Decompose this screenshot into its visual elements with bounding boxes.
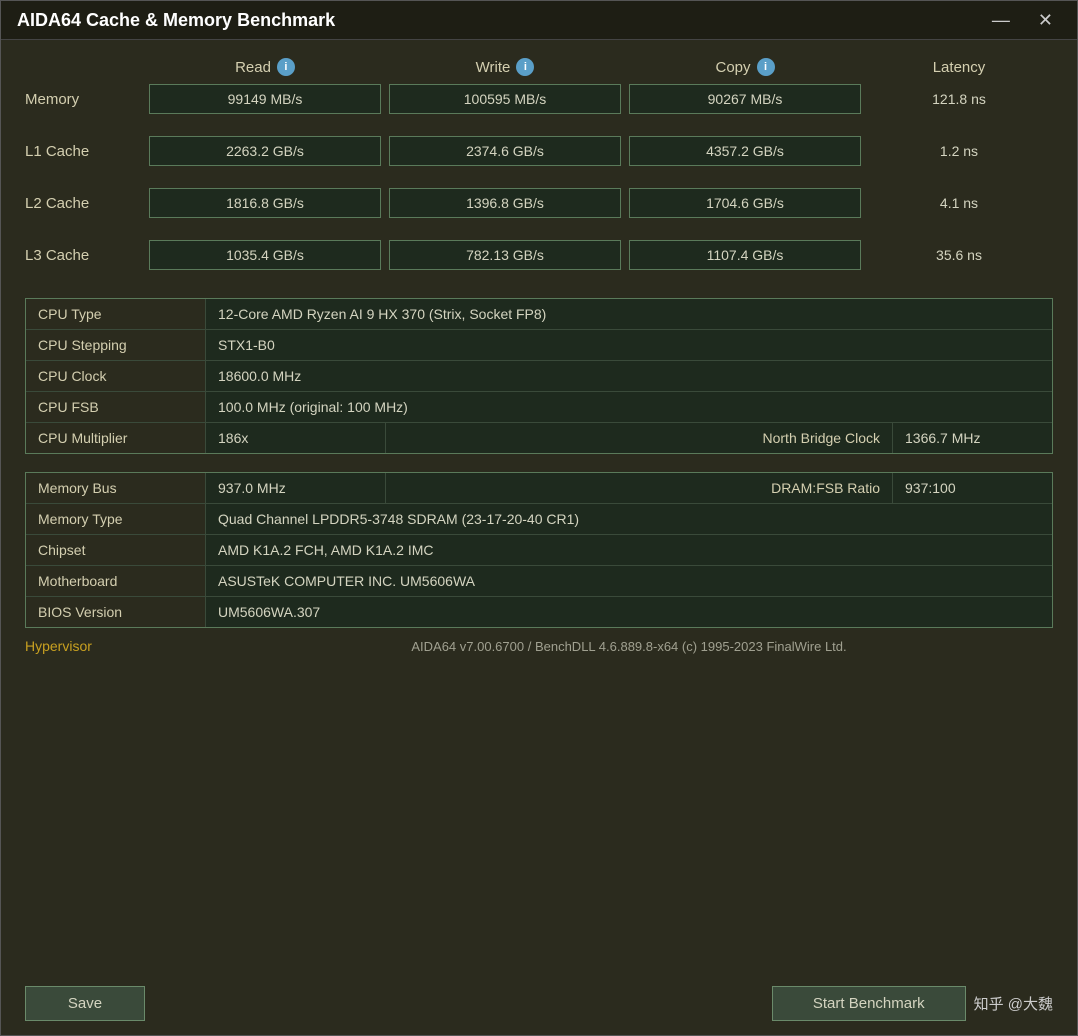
hypervisor-label: Hypervisor — [25, 638, 205, 654]
memory-latency: 121.8 ns — [869, 85, 1049, 113]
l1-write: 2374.6 GB/s — [389, 136, 621, 166]
window-title: AIDA64 Cache & Memory Benchmark — [17, 10, 335, 31]
header-latency: Latency — [869, 59, 1049, 76]
l1-copy: 4357.2 GB/s — [629, 136, 861, 166]
memory-write: 100595 MB/s — [389, 84, 621, 114]
memory-bus-row: Memory Bus 937.0 MHz DRAM:FSB Ratio 937:… — [26, 473, 1052, 504]
dram-fsb-label: DRAM:FSB Ratio — [386, 473, 892, 503]
header-read: Read i — [149, 58, 381, 76]
memory-read: 99149 MB/s — [149, 84, 381, 114]
l2-write: 1396.8 GB/s — [389, 188, 621, 218]
l3-write: 782.13 GB/s — [389, 240, 621, 270]
write-info-icon[interactable]: i — [516, 58, 534, 76]
cpu-clock-label: CPU Clock — [26, 361, 206, 391]
footer: Save Start Benchmark 知乎 @大魏 — [1, 976, 1077, 1035]
cpu-multiplier-row: CPU Multiplier 186x North Bridge Clock 1… — [26, 423, 1052, 453]
cpu-info-section: CPU Type 12-Core AMD Ryzen AI 9 HX 370 (… — [25, 298, 1053, 454]
bios-row: BIOS Version UM5606WA.307 — [26, 597, 1052, 627]
cpu-fsb-row: CPU FSB 100.0 MHz (original: 100 MHz) — [26, 392, 1052, 423]
copy-info-icon[interactable]: i — [757, 58, 775, 76]
title-bar: AIDA64 Cache & Memory Benchmark — ✕ — [1, 1, 1077, 40]
l1-cache-row: L1 Cache 2263.2 GB/s 2374.6 GB/s 4357.2 … — [25, 136, 1053, 166]
chipset-row: Chipset AMD K1A.2 FCH, AMD K1A.2 IMC — [26, 535, 1052, 566]
l2-copy: 1704.6 GB/s — [629, 188, 861, 218]
memory-copy: 90267 MB/s — [629, 84, 861, 114]
chipset-label: Chipset — [26, 535, 206, 565]
motherboard-value: ASUSTeK COMPUTER INC. UM5606WA — [206, 566, 1052, 596]
header-copy: Copy i — [629, 58, 861, 76]
memory-type-label: Memory Type — [26, 504, 206, 534]
save-button[interactable]: Save — [25, 986, 145, 1021]
cpu-type-row: CPU Type 12-Core AMD Ryzen AI 9 HX 370 (… — [26, 299, 1052, 330]
l1-latency: 1.2 ns — [869, 137, 1049, 165]
main-window: AIDA64 Cache & Memory Benchmark — ✕ Read… — [0, 0, 1078, 1036]
minimize-button[interactable]: — — [984, 9, 1018, 31]
memory-bus-label: Memory Bus — [26, 473, 206, 503]
motherboard-label: Motherboard — [26, 566, 206, 596]
cpu-multiplier-label: CPU Multiplier — [26, 423, 206, 453]
l2-label: L2 Cache — [25, 195, 145, 212]
memory-bus-value: 937.0 MHz — [206, 473, 386, 503]
bench-header: Read i Write i Copy i Latency — [25, 58, 1053, 76]
start-benchmark-button[interactable]: Start Benchmark — [772, 986, 966, 1021]
cpu-clock-value: 18600.0 MHz — [206, 361, 1052, 391]
cpu-fsb-value: 100.0 MHz (original: 100 MHz) — [206, 392, 1052, 422]
memory-info-section: Memory Bus 937.0 MHz DRAM:FSB Ratio 937:… — [25, 472, 1053, 628]
cpu-multiplier-value: 186x — [206, 423, 386, 453]
l3-label: L3 Cache — [25, 247, 145, 264]
l2-latency: 4.1 ns — [869, 189, 1049, 217]
hypervisor-value: AIDA64 v7.00.6700 / BenchDLL 4.6.889.8-x… — [205, 639, 1053, 654]
l1-read: 2263.2 GB/s — [149, 136, 381, 166]
l1-label: L1 Cache — [25, 143, 145, 160]
dram-fsb-value: 937:100 — [892, 473, 1052, 503]
l3-copy: 1107.4 GB/s — [629, 240, 861, 270]
motherboard-row: Motherboard ASUSTeK COMPUTER INC. UM5606… — [26, 566, 1052, 597]
header-write: Write i — [389, 58, 621, 76]
memory-label: Memory — [25, 91, 145, 108]
l2-read: 1816.8 GB/s — [149, 188, 381, 218]
cpu-type-label: CPU Type — [26, 299, 206, 329]
window-controls: — ✕ — [984, 9, 1061, 31]
watermark: 知乎 @大魏 — [974, 993, 1053, 1014]
main-content: Read i Write i Copy i Latency Memory 991… — [1, 40, 1077, 976]
cpu-stepping-value: STX1-B0 — [206, 330, 1052, 360]
l3-cache-row: L3 Cache 1035.4 GB/s 782.13 GB/s 1107.4 … — [25, 240, 1053, 270]
l3-read: 1035.4 GB/s — [149, 240, 381, 270]
north-bridge-value: 1366.7 MHz — [892, 423, 1052, 453]
cpu-stepping-row: CPU Stepping STX1-B0 — [26, 330, 1052, 361]
close-button[interactable]: ✕ — [1030, 9, 1061, 31]
bios-label: BIOS Version — [26, 597, 206, 627]
cpu-clock-row: CPU Clock 18600.0 MHz — [26, 361, 1052, 392]
memory-type-row: Memory Type Quad Channel LPDDR5-3748 SDR… — [26, 504, 1052, 535]
benchmark-rows: Memory 99149 MB/s 100595 MB/s 90267 MB/s… — [25, 84, 1053, 270]
read-info-icon[interactable]: i — [277, 58, 295, 76]
memory-row: Memory 99149 MB/s 100595 MB/s 90267 MB/s… — [25, 84, 1053, 114]
memory-type-value: Quad Channel LPDDR5-3748 SDRAM (23-17-20… — [206, 504, 1052, 534]
hypervisor-row: Hypervisor AIDA64 v7.00.6700 / BenchDLL … — [25, 628, 1053, 658]
cpu-stepping-label: CPU Stepping — [26, 330, 206, 360]
north-bridge-label: North Bridge Clock — [386, 423, 892, 453]
bios-value: UM5606WA.307 — [206, 597, 1052, 627]
cpu-fsb-label: CPU FSB — [26, 392, 206, 422]
chipset-value: AMD K1A.2 FCH, AMD K1A.2 IMC — [206, 535, 1052, 565]
l3-latency: 35.6 ns — [869, 241, 1049, 269]
cpu-type-value: 12-Core AMD Ryzen AI 9 HX 370 (Strix, So… — [206, 299, 1052, 329]
l2-cache-row: L2 Cache 1816.8 GB/s 1396.8 GB/s 1704.6 … — [25, 188, 1053, 218]
